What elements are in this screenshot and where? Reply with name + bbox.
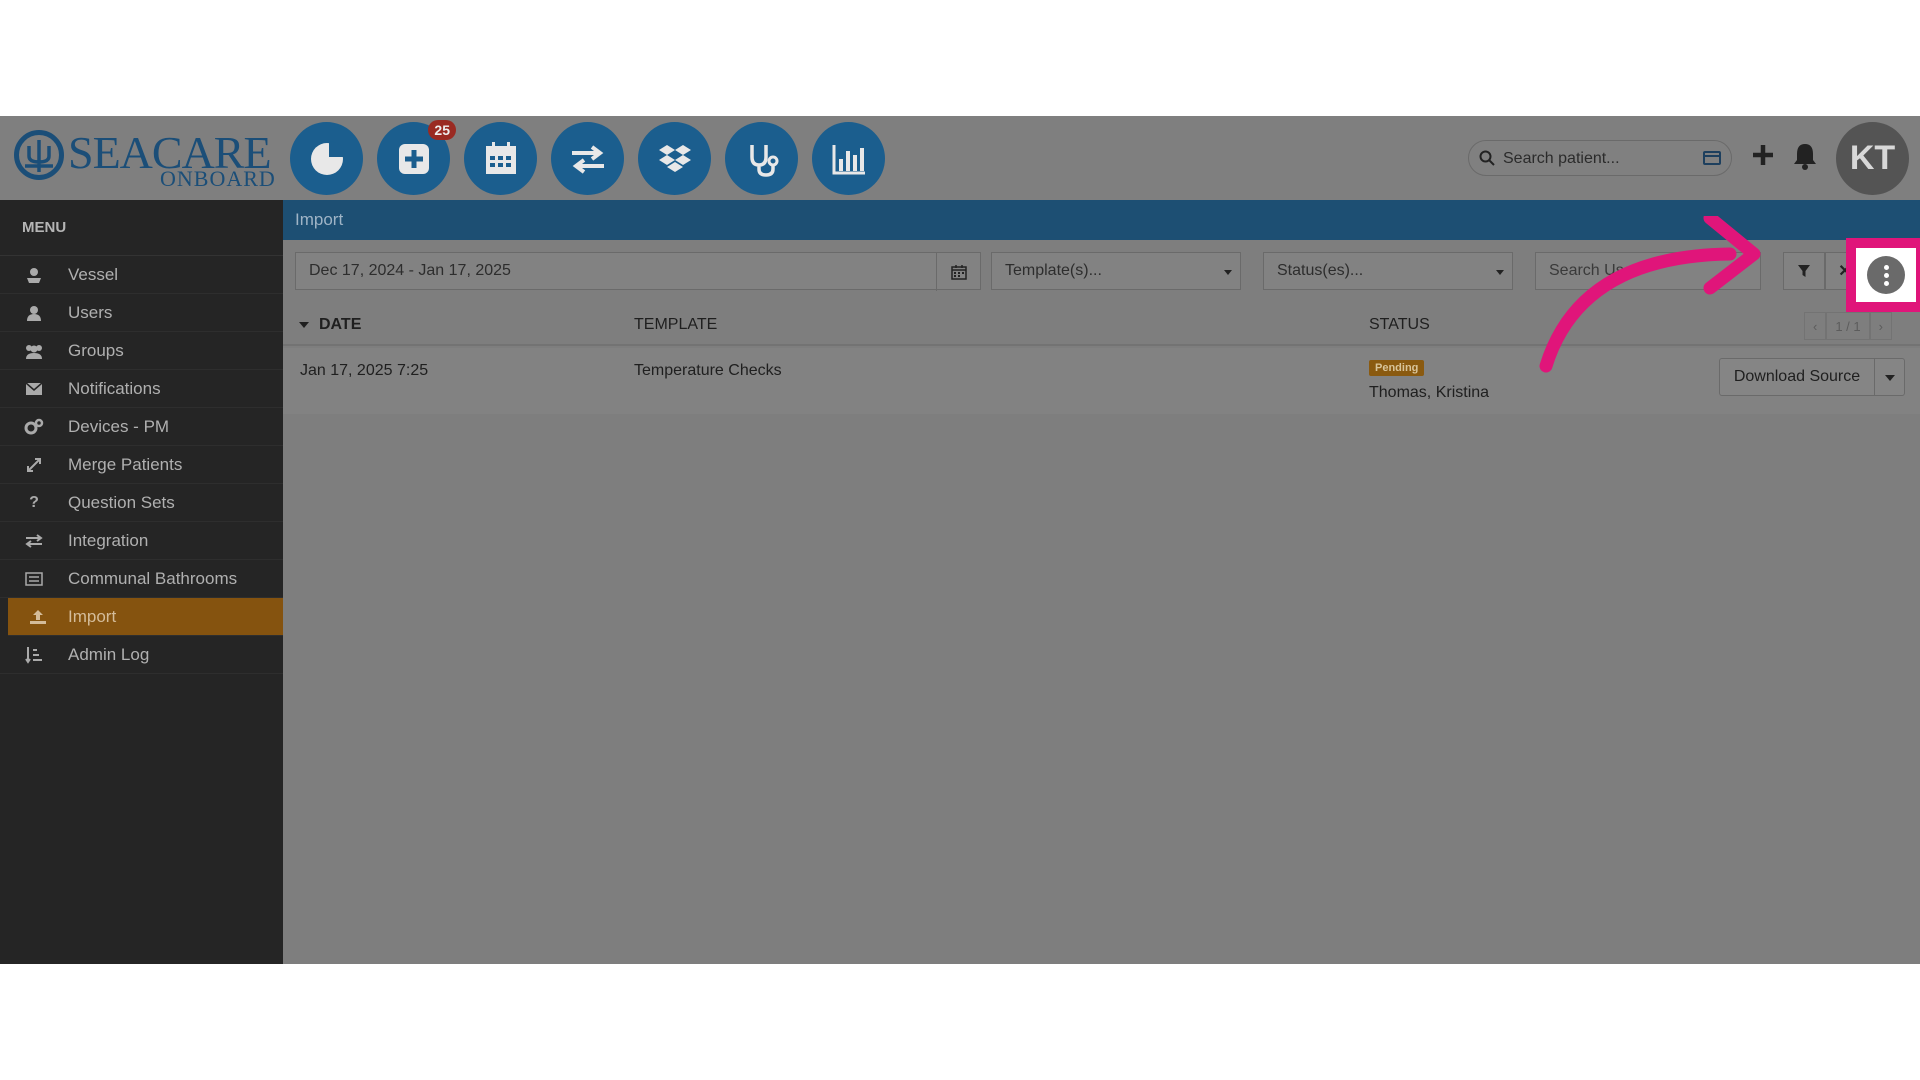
sidebar-item-integration[interactable]: Integration xyxy=(0,522,283,560)
search-icon xyxy=(1479,150,1495,166)
sidebar: MENU Vessel Users Groups Notifications D… xyxy=(0,200,283,964)
sidebar-item-import[interactable]: Import xyxy=(8,598,283,636)
cell-date: Jan 17, 2025 7:25 xyxy=(300,362,429,379)
logo-text-sub: ONBOARD xyxy=(160,166,276,191)
notification-count-badge: 25 xyxy=(428,120,456,140)
more-options-button[interactable] xyxy=(1867,256,1905,294)
add-patient-button[interactable]: 25 xyxy=(377,120,456,195)
sidebar-item-label: Question Sets xyxy=(68,492,175,512)
top-header: SEACARE ONBOARD 25 Search patient... KT xyxy=(0,116,1920,200)
bar-chart-icon xyxy=(832,144,865,174)
question-icon: ? xyxy=(29,493,39,511)
clinical-button[interactable] xyxy=(725,122,798,195)
sidebar-item-users[interactable]: Users xyxy=(0,294,283,332)
date-range-value: Dec 17, 2024 - Jan 17, 2025 xyxy=(309,262,511,279)
upload-icon xyxy=(30,609,46,624)
status-select[interactable]: Status(es)... xyxy=(1263,252,1513,290)
id-card-icon[interactable] xyxy=(1703,150,1721,166)
trident-logo-icon xyxy=(14,130,64,180)
cell-user: Thomas, Kristina xyxy=(1369,384,1490,401)
kebab-dot-icon xyxy=(1883,272,1889,278)
sidebar-item-label: Integration xyxy=(68,530,149,550)
apply-filter-button[interactable] xyxy=(1783,252,1825,290)
sidebar-item-label: Import xyxy=(68,606,117,626)
column-header-status[interactable]: STATUS xyxy=(1369,316,1430,334)
pagination: ‹ 1 / 1 › xyxy=(1804,312,1892,340)
kebab-menu-container xyxy=(1856,248,1916,302)
annotation-arrow-icon xyxy=(1539,216,1761,373)
transfer-button[interactable] xyxy=(551,122,624,195)
exchange-icon xyxy=(25,533,43,548)
gears-icon xyxy=(24,418,44,434)
sidebar-item-merge-patients[interactable]: Merge Patients xyxy=(0,446,283,484)
download-options-dropdown[interactable] xyxy=(1875,358,1905,396)
vessel-icon xyxy=(27,267,41,283)
sidebar-item-vessel[interactable]: Vessel xyxy=(0,256,283,294)
dashboard-button[interactable] xyxy=(290,122,363,195)
status-select-placeholder: Status(es)... xyxy=(1277,262,1364,279)
reports-button[interactable] xyxy=(812,122,885,195)
sidebar-item-devices-pm[interactable]: Devices - PM xyxy=(0,408,283,446)
sort-list-icon xyxy=(25,646,42,664)
page-indicator: 1 / 1 xyxy=(1826,312,1870,340)
template-select[interactable]: Template(s)... xyxy=(991,252,1241,290)
groups-icon xyxy=(26,344,42,359)
chevron-down-icon xyxy=(1496,270,1504,275)
template-select-placeholder: Template(s)... xyxy=(1005,262,1102,279)
prev-page-button[interactable]: ‹ xyxy=(1804,312,1827,340)
sidebar-item-label: Groups xyxy=(68,340,124,360)
user-avatar[interactable]: KT xyxy=(1836,122,1909,195)
user-icon xyxy=(27,305,41,321)
medical-plus-icon xyxy=(398,143,429,174)
calendar-icon xyxy=(950,265,967,280)
calendar-button[interactable] xyxy=(936,253,980,291)
sidebar-item-label: Admin Log xyxy=(68,644,150,664)
kebab-dot-icon xyxy=(1883,264,1889,270)
list-icon xyxy=(25,571,43,586)
quick-add-icon[interactable] xyxy=(1750,142,1776,168)
app-window: SEACARE ONBOARD 25 Search patient... KT … xyxy=(0,116,1920,964)
chevron-down-icon xyxy=(1224,270,1232,275)
date-range-picker[interactable]: Dec 17, 2024 - Jan 17, 2025 xyxy=(295,252,981,291)
stethoscope-icon xyxy=(749,144,778,177)
sidebar-item-admin-log[interactable]: Admin Log xyxy=(0,636,283,674)
sidebar-item-label: Communal Bathrooms xyxy=(68,568,238,588)
patient-search xyxy=(1468,140,1732,176)
sidebar-item-question-sets[interactable]: ? Question Sets xyxy=(0,484,283,522)
column-header-date[interactable]: DATE xyxy=(299,316,361,334)
envelope-icon xyxy=(25,381,43,395)
next-page-button[interactable]: › xyxy=(1869,312,1892,340)
sidebar-item-notifications[interactable]: Notifications xyxy=(0,370,283,408)
pie-chart-icon xyxy=(310,140,345,175)
merge-icon xyxy=(27,457,41,472)
column-header-template[interactable]: TEMPLATE xyxy=(634,316,717,334)
sidebar-item-groups[interactable]: Groups xyxy=(0,332,283,370)
filter-icon xyxy=(1798,265,1810,277)
sidebar-item-label: Merge Patients xyxy=(68,454,183,474)
sidebar-item-label: Vessel xyxy=(68,264,119,284)
sort-desc-icon xyxy=(299,321,309,328)
status-badge: Pending xyxy=(1369,360,1425,376)
patient-search-input[interactable] xyxy=(1503,147,1693,171)
cell-template: Temperature Checks xyxy=(634,362,782,379)
dropbox-icon xyxy=(658,144,691,172)
sidebar-item-label: Devices - PM xyxy=(68,416,170,436)
sidebar-item-label: Notifications xyxy=(68,378,161,398)
dropbox-button[interactable] xyxy=(638,122,711,195)
kebab-dot-icon xyxy=(1883,280,1889,286)
sidebar-item-communal-bathrooms[interactable]: Communal Bathrooms xyxy=(0,560,283,598)
sidebar-title: MENU xyxy=(0,200,283,256)
calendar-icon xyxy=(485,141,516,174)
transfer-arrows-icon xyxy=(571,144,604,174)
calendar-button[interactable] xyxy=(464,122,537,195)
app-logo[interactable]: SEACARE ONBOARD xyxy=(14,124,276,192)
sidebar-item-label: Users xyxy=(68,302,113,322)
highlight-box xyxy=(1846,238,1920,312)
bell-icon[interactable] xyxy=(1792,142,1818,170)
